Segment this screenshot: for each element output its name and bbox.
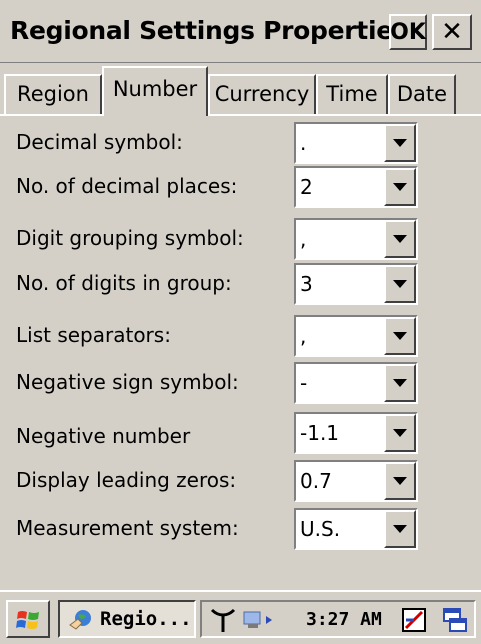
tab-currency[interactable]: Currency — [208, 74, 316, 114]
setting-row-negative-number: Negative number -1.1 — [0, 412, 481, 456]
tab-date[interactable]: Date — [388, 74, 456, 114]
select-value: -1.1 — [300, 421, 340, 445]
taskbar-app-label: Regio... — [100, 608, 192, 630]
select-value: , — [300, 227, 307, 251]
chevron-down-icon[interactable] — [384, 364, 416, 402]
setting-row-measurement-system: Measurement system: U.S. — [0, 508, 481, 552]
window-title: Regional Settings Properties — [10, 16, 408, 45]
setting-label: No. of digits in group: — [16, 271, 232, 295]
decimal-places-select[interactable]: 2 — [294, 166, 418, 208]
measurement-system-select[interactable]: U.S. — [294, 508, 418, 550]
windows-flag-icon — [16, 611, 39, 629]
chevron-down-icon[interactable] — [384, 317, 416, 355]
setting-label: Display leading zeros: — [16, 468, 237, 492]
chevron-down-icon[interactable] — [384, 124, 416, 162]
digits-in-group-select[interactable]: 3 — [294, 263, 418, 305]
clock[interactable]: 3:27 AM — [306, 609, 382, 630]
negative-number-select[interactable]: -1.1 — [294, 412, 418, 454]
chevron-down-icon[interactable] — [384, 462, 416, 500]
setting-row-list-separators: List separators: , — [0, 315, 481, 359]
chevron-down-icon[interactable] — [384, 220, 416, 258]
list-separators-select[interactable]: , — [294, 315, 418, 357]
setting-row-negative-sign: Negative sign symbol: - — [0, 362, 481, 406]
start-button[interactable] — [6, 600, 50, 638]
select-value: . — [300, 131, 307, 155]
title-bar: Regional Settings Properties OK ✕ — [0, 0, 481, 63]
setting-row-decimal-places: No. of decimal places: 2 — [0, 166, 481, 210]
setting-label: List separators: — [16, 323, 171, 347]
setting-label: Measurement system: — [16, 516, 239, 540]
tab-strip: Region Number Currency Time Date — [0, 62, 481, 116]
taskbar-app-button[interactable]: Regio... — [58, 600, 196, 638]
tab-region[interactable]: Region — [4, 74, 102, 114]
setting-label: Negative sign symbol: — [16, 370, 239, 394]
select-value: 3 — [300, 272, 313, 296]
chevron-down-icon[interactable] — [384, 414, 416, 452]
taskbar: Regio... 3:27 AM — [0, 590, 481, 644]
digit-grouping-symbol-select[interactable]: , — [294, 218, 418, 260]
system-tray: 3:27 AM — [200, 600, 476, 638]
chevron-down-icon[interactable] — [384, 510, 416, 548]
setting-label: No. of decimal places: — [16, 174, 238, 198]
ok-button[interactable]: OK — [389, 14, 427, 50]
select-value: U.S. — [300, 517, 341, 541]
setting-row-digit-grouping-symbol: Digit grouping symbol: , — [0, 218, 481, 262]
network-sync-icon[interactable] — [242, 606, 276, 634]
antenna-icon[interactable] — [208, 606, 238, 634]
globe-hand-icon — [69, 610, 91, 630]
setting-row-digits-in-group: No. of digits in group: 3 — [0, 263, 481, 307]
select-value: 0.7 — [300, 469, 332, 493]
setting-label: Negative number — [16, 424, 191, 448]
setting-row-decimal-symbol: Decimal symbol: . — [0, 122, 481, 166]
leading-zeros-select[interactable]: 0.7 — [294, 460, 418, 502]
select-value: - — [300, 371, 308, 395]
tab-time[interactable]: Time — [316, 74, 388, 114]
setting-label: Decimal symbol: — [16, 130, 183, 154]
tab-divider — [0, 114, 481, 116]
select-value: 2 — [300, 175, 313, 199]
negative-sign-select[interactable]: - — [294, 362, 418, 404]
tab-number[interactable]: Number — [102, 66, 208, 116]
setting-row-leading-zeros: Display leading zeros: 0.7 — [0, 460, 481, 504]
decimal-symbol-select[interactable]: . — [294, 122, 418, 164]
setting-label: Digit grouping symbol: — [16, 226, 244, 250]
chevron-down-icon[interactable] — [384, 168, 416, 206]
select-value: , — [300, 324, 307, 348]
input-panel-icon[interactable] — [400, 606, 430, 636]
chevron-down-icon[interactable] — [384, 265, 416, 303]
window-switch-icon[interactable] — [440, 606, 470, 636]
close-button[interactable]: ✕ — [432, 14, 472, 50]
